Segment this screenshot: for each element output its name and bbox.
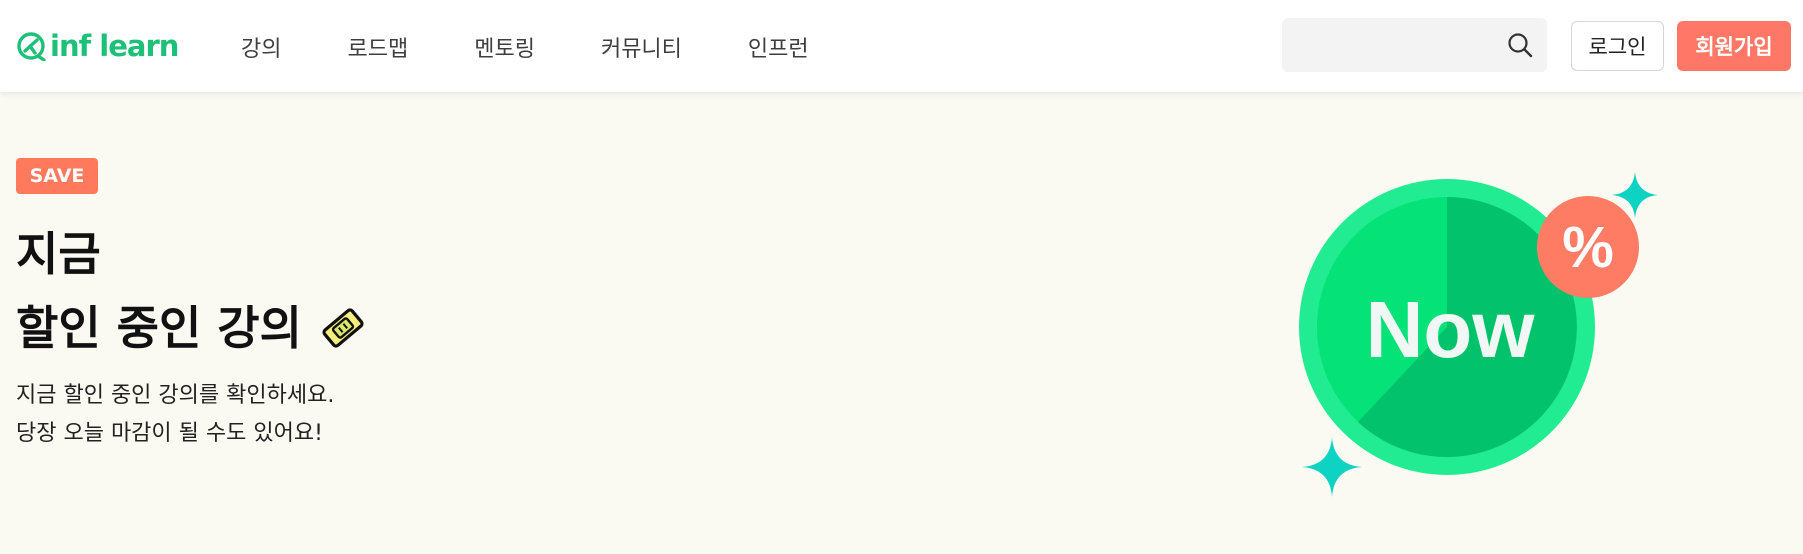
now-discount-illustration: Now % — [1299, 172, 1658, 497]
logo-text: inf learn — [50, 29, 179, 63]
main-nav: 강의 로드맵 멘토링 커뮤니티 인프런 — [241, 30, 875, 64]
nav-item-inflearn[interactable]: 인프런 — [748, 31, 809, 63]
hero-description-line1: 지금 할인 중인 강의를 확인하세요. — [16, 383, 335, 408]
top-header: inf learn 강의 로드맵 멘토링 커뮤니티 인프런 로그인 회원가입 — [0, 0, 1803, 93]
hero-description-line2: 당장 오늘 마감이 될 수도 있어요! — [16, 421, 323, 446]
hero-description: 지금 할인 중인 강의를 확인하세요. 당장 오늘 마감이 될 수도 있어요! — [16, 377, 334, 453]
ticket-icon — [322, 308, 364, 348]
hero-title-line1: 지금 — [16, 227, 101, 281]
nav-item-mentoring[interactable]: 멘토링 — [474, 31, 535, 63]
percent-text: % — [1562, 215, 1614, 280]
now-text: Now — [1366, 285, 1536, 374]
inflearn-logo[interactable]: inf learn — [16, 28, 181, 64]
sparkle-icon — [1302, 437, 1362, 497]
search-icon[interactable] — [1506, 31, 1534, 59]
nav-item-courses[interactable]: 강의 — [241, 31, 281, 63]
login-button[interactable]: 로그인 — [1571, 21, 1664, 71]
hero-title-text: 할인 중인 강의 — [16, 301, 302, 355]
save-badge: SAVE — [16, 158, 98, 194]
hero-title-line2: 할인 중인 강의 — [16, 298, 370, 358]
search-input[interactable] — [1294, 28, 1494, 62]
inflearn-logo-icon — [17, 32, 46, 61]
signup-button[interactable]: 회원가입 — [1677, 21, 1791, 71]
nav-item-roadmap[interactable]: 로드맵 — [347, 31, 408, 63]
nav-item-community[interactable]: 커뮤니티 — [601, 31, 682, 63]
search-box — [1282, 18, 1547, 72]
